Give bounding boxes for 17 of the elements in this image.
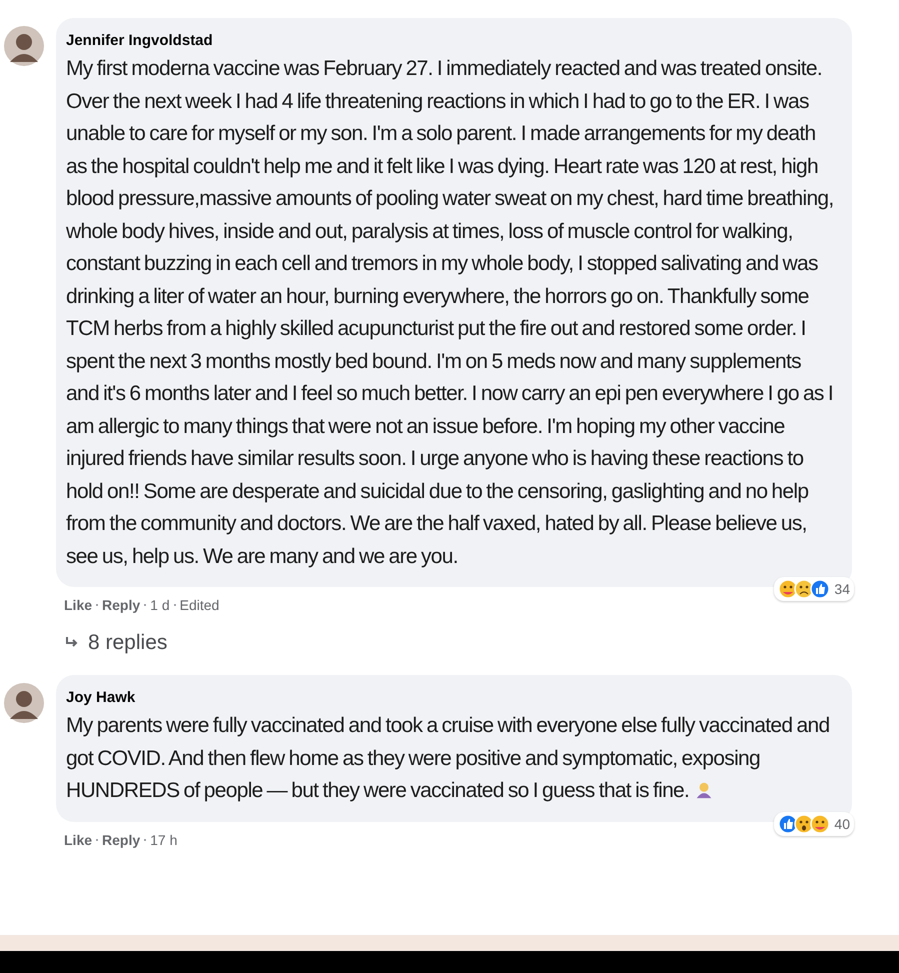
avatar-icon[interactable]: [4, 683, 44, 723]
comment-text: My first moderna vaccine was February 27. I immediately reacted and was treated onsite. Over the next week I had 4 life threatening reactions in which I had to go to the ER. I was unable to care for myself or my son. I'm a solo parent. I made arrangements for my death as the hospital couldn't help me and it felt like I was dying. Heart rate was 120 at rest, high blood pressure,massive amounts of pooling water sweat on my chest, hard time breathing, whole body hives, inside and out, paralysis at times, loss of muscle control for walking, constant buzzing in each cell and tremors in my whole body, I stopped salivating and was drinking a liter of water an hour, burning everywhere, the horrors go on. Thankfully some TCM herbs from a highly skilled acupuncturist put the fire out and restored some order. I spent the next 3 months mostly bed bound. I'm on 5 meds now and many supplements and it's 6 months later and I feel so much better. I now carry an epi pen everywhere I go as I am allergic to many things that were not an issue before. I'm hoping my other vaccine injured friends have similar results soon. I urge anyone who is having these reactions to hold on!! Some are desperate and suicidal due to the censoring, gaslighting and no help from the community and doctors. We are the half vaxed, hated by all. Please believe us, see us, help us. We are many and we are you.: [66, 56, 835, 570]
comment-time: 1 d: [150, 597, 170, 613]
author-name[interactable]: Joy Hawk: [66, 689, 838, 706]
reply-link[interactable]: Reply: [102, 832, 140, 848]
reply-link[interactable]: Reply: [102, 597, 140, 613]
like-link[interactable]: Like: [64, 597, 92, 613]
like-link[interactable]: Like: [64, 832, 92, 848]
edited-label: Edited: [180, 597, 220, 613]
comment-text: My parents were fully vaccinated and took a cruise with everyone else fully vaccinated and got COVID. And then flew home as they were positive and symptomatic, exposing HUNDREDS of people — but they were vaccinated so I guess that is fine.: [66, 713, 830, 804]
comment-time: 17 h: [150, 832, 178, 848]
avatar-icon[interactable]: [4, 26, 44, 66]
reaction-count[interactable]: 40: [774, 812, 854, 836]
author-name[interactable]: Jennifer Ingvoldstad: [66, 32, 838, 49]
reaction-count[interactable]: 34: [774, 577, 854, 601]
person-emoji-icon: [695, 781, 714, 799]
view-replies-link[interactable]: 8 replies: [56, 613, 852, 655]
